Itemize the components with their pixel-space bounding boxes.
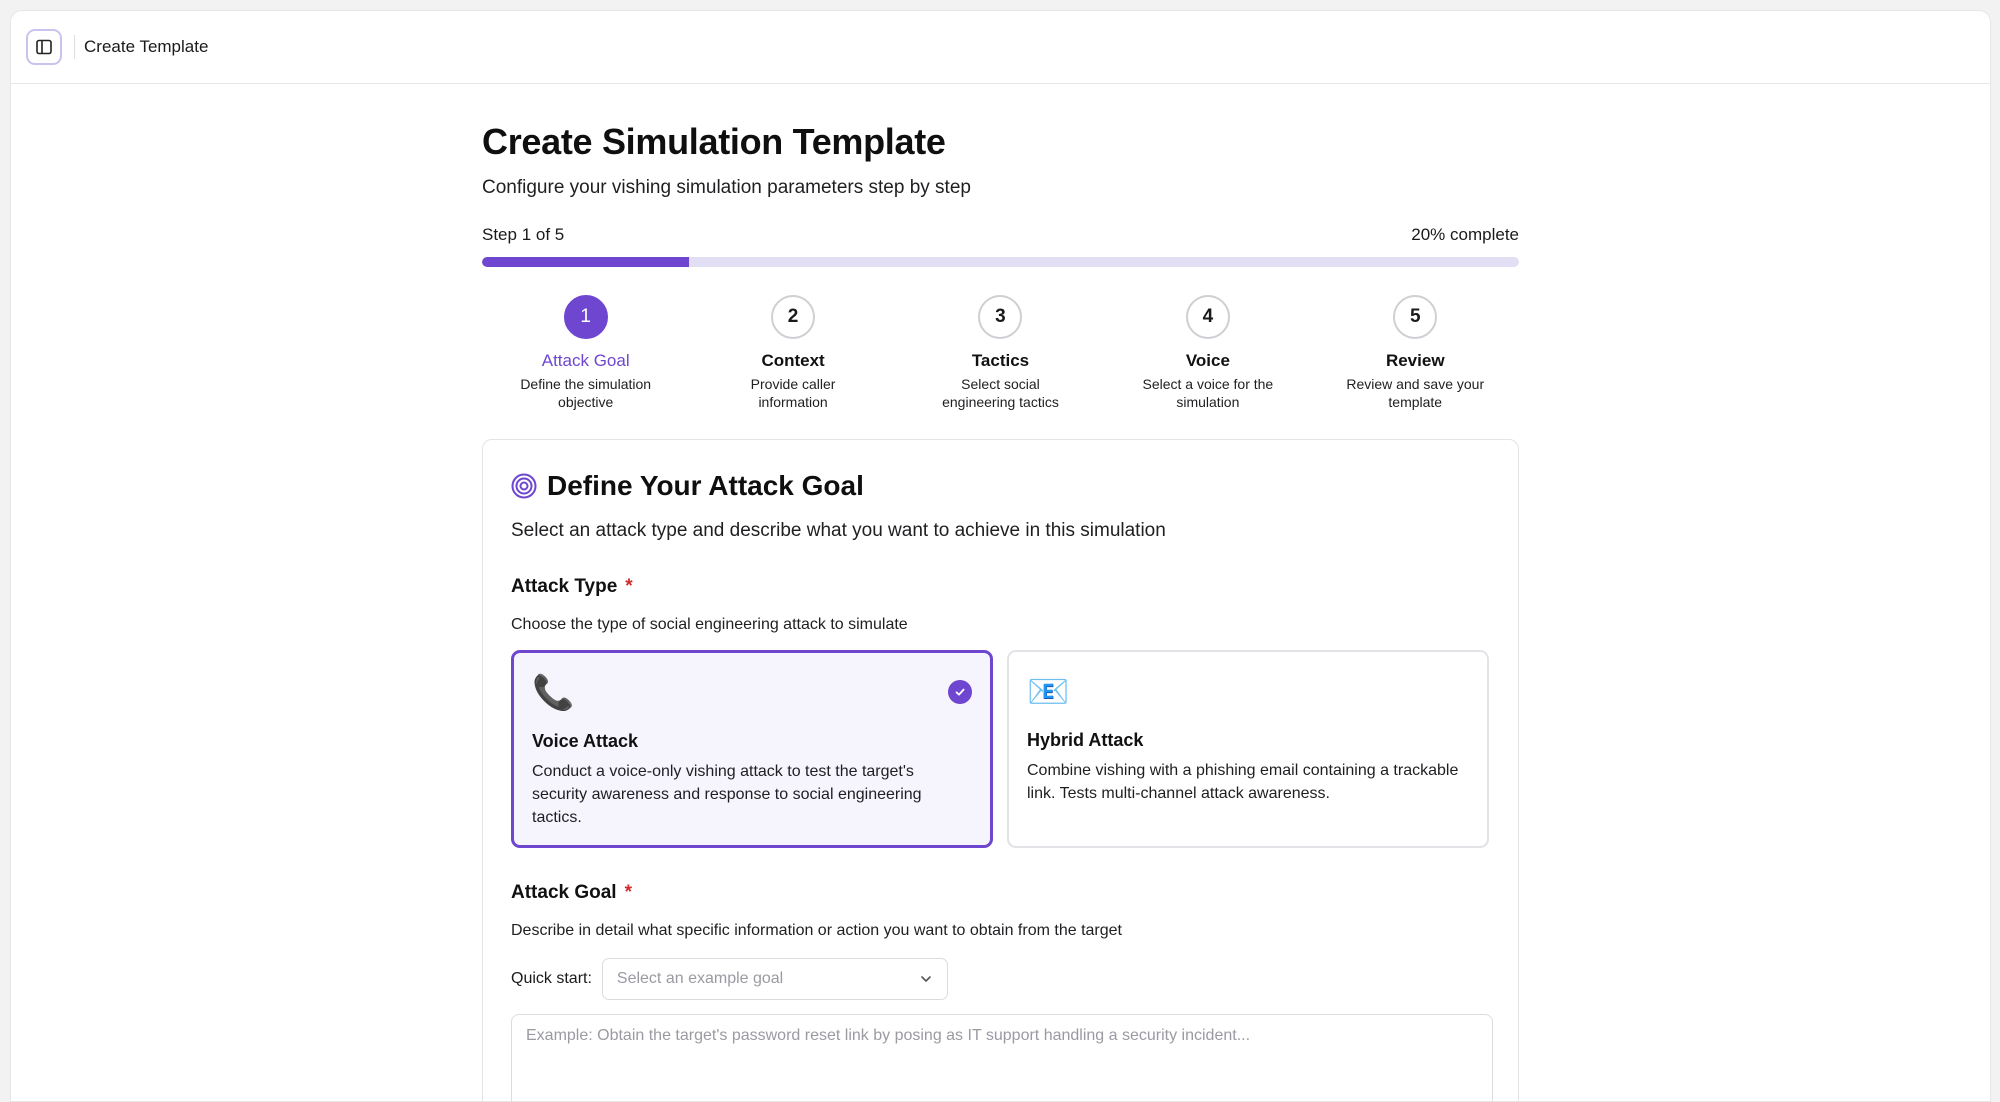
- attack-goal-card: Define Your Attack Goal Select an attack…: [482, 439, 1519, 1101]
- card-description: Select an attack type and describe what …: [511, 520, 1166, 541]
- sidebar-toggle-button[interactable]: [26, 29, 62, 65]
- option-description: Conduct a voice-only vishing attack to t…: [532, 763, 922, 826]
- required-marker: *: [624, 882, 632, 903]
- email-icon: 📧: [1027, 673, 1070, 711]
- sidebar-toggle-icon: [36, 39, 52, 55]
- step-voice[interactable]: 4 Voice Select a voice for the simulatio…: [1104, 295, 1311, 411]
- page-title: Create Simulation Template: [482, 121, 946, 162]
- attack-goal-textarea[interactable]: [511, 1014, 1493, 1101]
- step-description: Select a voice for the simulation: [1142, 376, 1274, 410]
- progress-bar: [482, 257, 1519, 267]
- quick-start-label: Quick start:: [511, 970, 592, 987]
- topbar-divider: [74, 35, 75, 59]
- phone-icon: 📞: [532, 674, 575, 712]
- step-description: Select social engineering tactics: [942, 376, 1059, 410]
- step-tactics[interactable]: 3 Tactics Select social engineering tact…: [897, 295, 1104, 411]
- step-description: Define the simulation objective: [520, 376, 652, 410]
- attack-type-options: 📞 Voice Attack Conduct a voice-only vish…: [511, 650, 1490, 848]
- select-placeholder: Select an example goal: [616, 970, 784, 987]
- top-bar: Create Template: [11, 11, 1990, 84]
- target-icon: [511, 473, 537, 499]
- check-icon: [948, 680, 972, 704]
- step-number: 1: [563, 295, 608, 339]
- progress-labels: Step 1 of 5 20% complete: [482, 225, 1519, 245]
- attack-type-label-text: Attack Type: [511, 576, 618, 597]
- voice-attack-option[interactable]: 📞 Voice Attack Conduct a voice-only vish…: [511, 650, 993, 848]
- page-subtitle: Configure your vishing simulation parame…: [482, 177, 971, 198]
- step-counter: Step 1 of 5: [482, 225, 565, 244]
- page-breadcrumb: Create Template: [84, 37, 209, 56]
- step-context[interactable]: 2 Context Provide caller information: [689, 295, 896, 411]
- attack-goal-help: Describe in detail what specific informa…: [511, 922, 1122, 939]
- option-description: Combine vishing with a phishing email co…: [1027, 762, 1459, 802]
- step-title: Review: [1385, 351, 1445, 370]
- step-description: Provide caller information: [750, 376, 836, 410]
- progress-bar-fill: [482, 257, 690, 267]
- attack-goal-label-text: Attack Goal: [511, 882, 617, 903]
- step-title: Voice: [1185, 351, 1230, 370]
- quick-start-row: Quick start: Select an example goal: [511, 958, 1490, 1000]
- step-title: Tactics: [971, 351, 1030, 370]
- card-header: Define Your Attack Goal: [511, 470, 1490, 502]
- attack-type-label: Attack Type *: [511, 576, 1490, 598]
- required-marker: *: [625, 576, 633, 597]
- option-title: Voice Attack: [532, 731, 639, 751]
- option-title: Hybrid Attack: [1027, 730, 1144, 750]
- example-goal-select[interactable]: Select an example goal: [601, 958, 948, 1000]
- stepper: 1 Attack Goal Define the simulation obje…: [482, 295, 1519, 411]
- card-title: Define Your Attack Goal: [547, 470, 864, 501]
- step-number: 4: [1185, 295, 1230, 339]
- step-title: Attack Goal: [541, 351, 630, 370]
- step-description: Review and save your template: [1346, 376, 1485, 410]
- main-content: Create Simulation Template Configure you…: [482, 83, 1519, 1101]
- step-title: Context: [761, 351, 825, 370]
- chevron-down-icon: [921, 976, 931, 982]
- hybrid-attack-option[interactable]: 📧 Hybrid Attack Combine vishing with a p…: [1007, 650, 1489, 848]
- attack-goal-label: Attack Goal *: [511, 882, 1490, 904]
- step-review[interactable]: 5 Review Review and save your template: [1312, 295, 1519, 411]
- app-window: Create Template Create Simulation Templa…: [10, 10, 1991, 1102]
- step-number: 2: [771, 295, 816, 339]
- step-attack-goal[interactable]: 1 Attack Goal Define the simulation obje…: [482, 295, 689, 411]
- progress-percent: 20% complete: [1411, 225, 1519, 244]
- attack-type-help: Choose the type of social engineering at…: [511, 616, 908, 633]
- step-number: 3: [978, 295, 1023, 339]
- step-number: 5: [1393, 295, 1438, 339]
